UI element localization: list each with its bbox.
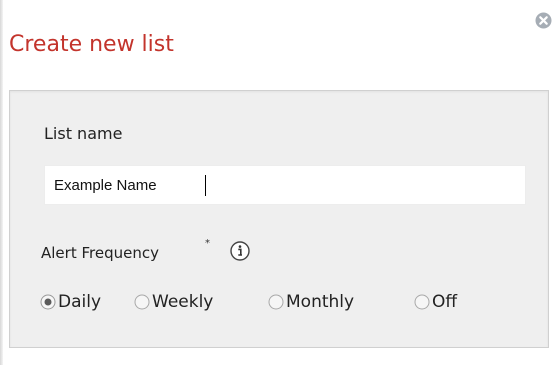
- radio-unselected-icon[interactable]: [134, 294, 150, 310]
- dialog-edge: [0, 0, 3, 365]
- list-name-label: List name: [44, 124, 123, 143]
- radio-label-daily: Daily: [58, 292, 102, 312]
- dialog-title: Create new list: [9, 32, 174, 57]
- close-icon[interactable]: [535, 12, 552, 29]
- alert-frequency-label: Alert Frequency: [41, 244, 159, 262]
- radio-label-weekly: Weekly: [152, 292, 214, 312]
- create-list-dialog: Create new list List name Alert Frequenc…: [0, 0, 555, 365]
- radio-selected-icon[interactable]: [40, 294, 56, 310]
- text-cursor: [205, 175, 206, 196]
- required-marker: *: [205, 238, 210, 249]
- list-name-input[interactable]: [44, 165, 526, 205]
- radio-label-monthly: Monthly: [286, 292, 355, 312]
- info-icon[interactable]: [230, 241, 250, 261]
- radio-unselected-icon[interactable]: [268, 294, 284, 310]
- radio-label-off: Off: [432, 292, 458, 312]
- radio-unselected-icon[interactable]: [414, 294, 430, 310]
